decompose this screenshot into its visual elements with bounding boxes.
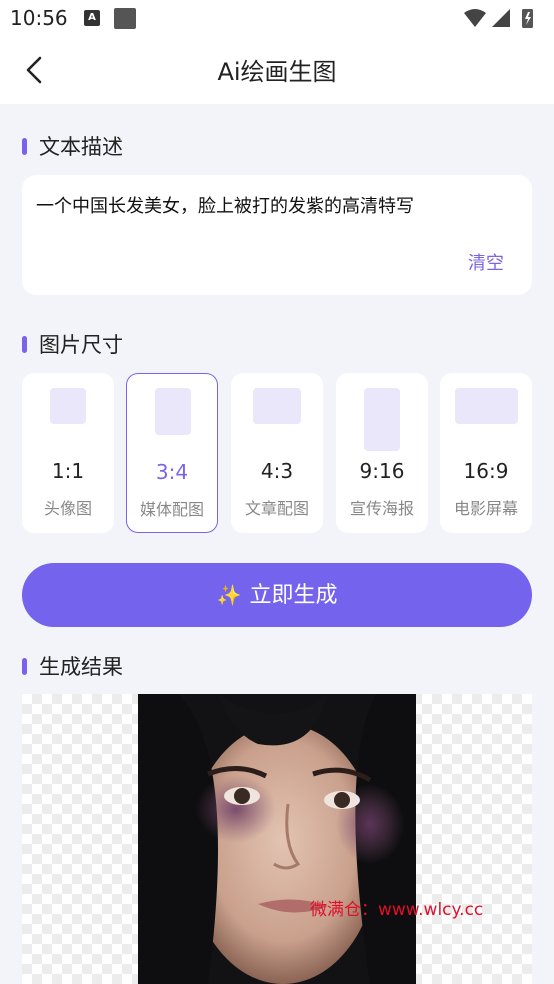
description-section-label: 文本描述 (39, 135, 123, 159)
section-marker (22, 658, 27, 675)
page-title: Ai绘画生图 (217, 58, 337, 86)
size-option-1-1[interactable]: 1:1 头像图 (22, 373, 114, 533)
description-section-title: 文本描述 (22, 131, 123, 161)
generate-button-label: 立即生成 (249, 583, 338, 608)
generated-portrait-image[interactable] (138, 694, 416, 984)
ratio-preview-shape (50, 388, 86, 424)
result-canvas (22, 694, 532, 984)
size-option-4-3[interactable]: 4:3 文章配图 (231, 373, 323, 533)
watermark-text: 微满仓：www.wlcy.cc (310, 900, 484, 920)
size-ratio: 9:16 (359, 459, 405, 483)
size-ratio: 4:3 (260, 459, 294, 483)
status-time: 10:56 (10, 6, 68, 30)
result-section-title: 生成结果 (22, 651, 123, 681)
size-option-3-4[interactable]: 3:4 媒体配图 (126, 373, 218, 533)
size-section-label: 图片尺寸 (39, 333, 123, 357)
ratio-preview-shape (455, 388, 518, 424)
sparkle-icon: ✨ (216, 583, 242, 607)
size-label: 电影屏幕 (453, 499, 518, 518)
notification-square-icon (114, 8, 136, 29)
size-label: 宣传海报 (349, 499, 414, 518)
result-section-label: 生成结果 (39, 655, 123, 679)
size-label: 文章配图 (244, 499, 309, 518)
clear-button[interactable]: 清空 (468, 249, 504, 275)
size-ratio: 16:9 (463, 459, 509, 483)
app-header: Ai绘画生图 (0, 38, 554, 104)
size-section-title: 图片尺寸 (22, 329, 123, 359)
description-text[interactable]: 一个中国长发美女，脸上被打的发紫的高清特写 (36, 192, 414, 218)
size-ratio: 1:1 (51, 459, 85, 483)
ratio-preview-shape (253, 388, 301, 424)
size-option-16-9[interactable]: 16:9 电影屏幕 (440, 373, 532, 533)
size-label: 媒体配图 (139, 500, 204, 519)
wifi-icon (464, 9, 486, 27)
section-marker (22, 336, 27, 353)
size-label: 头像图 (43, 499, 92, 518)
size-ratio: 3:4 (155, 460, 189, 484)
ratio-preview-shape (155, 388, 191, 435)
section-marker (22, 138, 27, 155)
notification-a-icon: A (84, 10, 100, 26)
description-card[interactable]: 一个中国长发美女，脸上被打的发紫的高清特写 清空 (22, 175, 532, 295)
generate-button[interactable]: ✨ 立即生成 (22, 563, 532, 627)
signal-icon (492, 9, 510, 27)
status-bar: 10:56 A (0, 0, 554, 38)
size-option-9-16[interactable]: 9:16 宣传海报 (336, 373, 428, 533)
status-icons (462, 7, 542, 33)
ratio-preview-shape (364, 388, 400, 451)
